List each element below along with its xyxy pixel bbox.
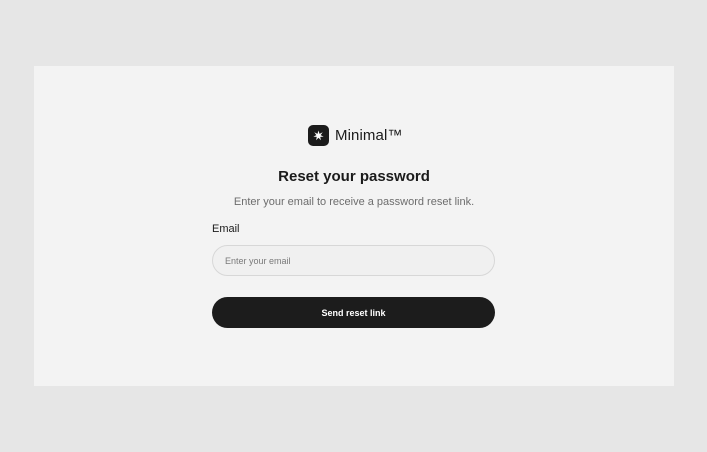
page-title: Reset your password bbox=[278, 168, 430, 185]
reset-password-card: Minimal™ Reset your password Enter your … bbox=[34, 66, 674, 386]
send-reset-link-button[interactable]: Send reset link bbox=[212, 297, 495, 328]
brand-logo: Minimal™ bbox=[308, 124, 402, 146]
brand-name: Minimal™ bbox=[335, 126, 403, 144]
email-label: Email bbox=[212, 223, 240, 235]
email-input[interactable] bbox=[212, 245, 495, 276]
sparkle-icon bbox=[308, 124, 329, 146]
page-subtitle: Enter your email to receive a password r… bbox=[233, 196, 475, 208]
